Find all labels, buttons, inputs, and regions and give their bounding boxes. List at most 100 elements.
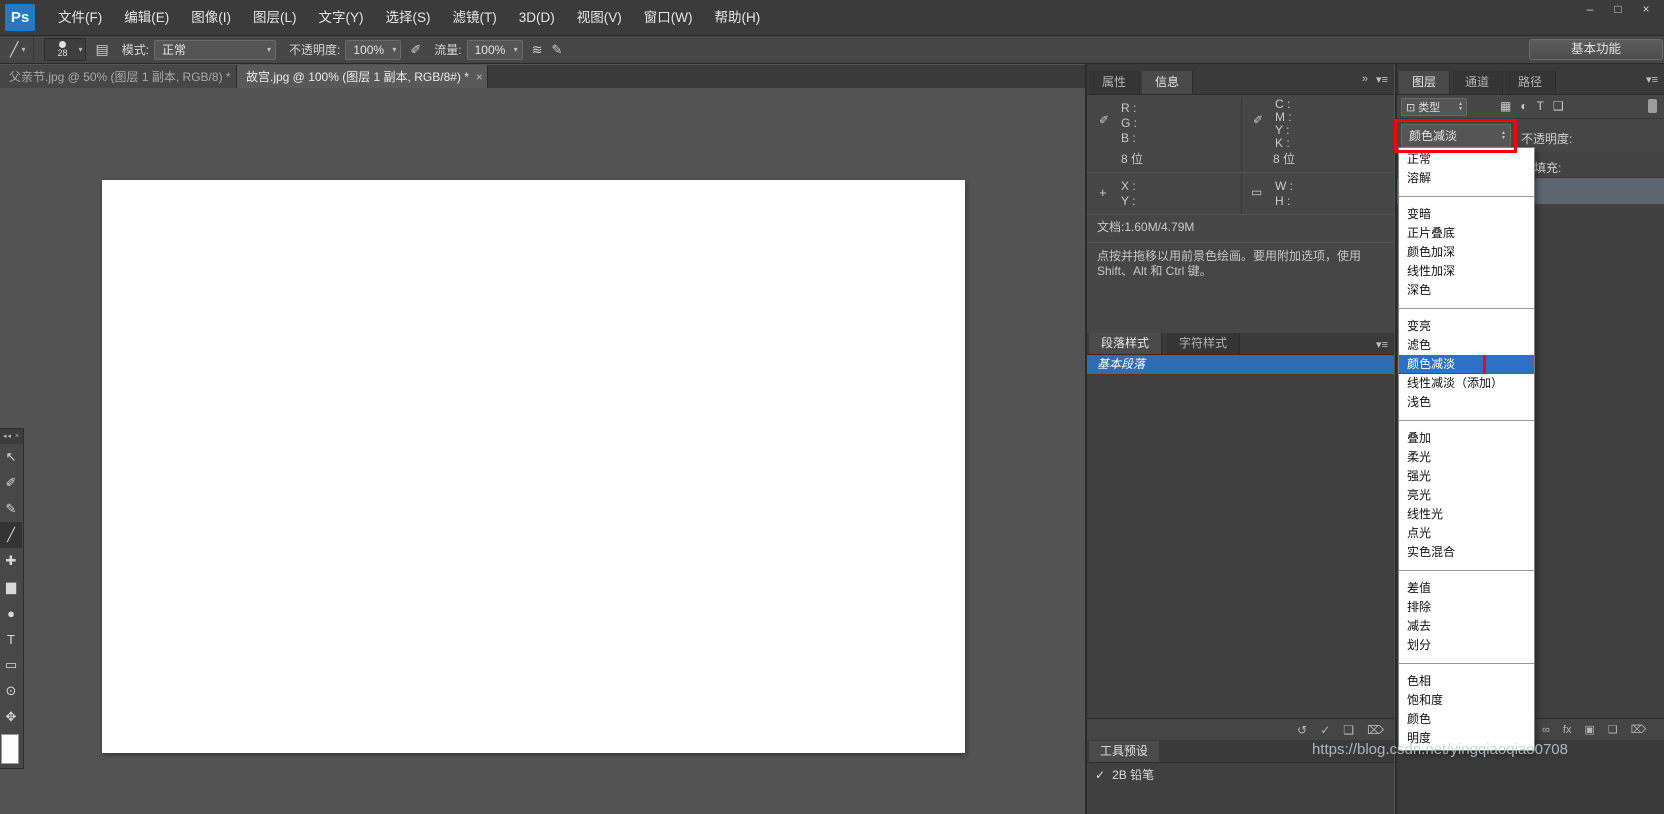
menu-item[interactable]: 文字(Y) [308,1,375,35]
blend-mode-option[interactable]: 亮光 [1399,486,1534,505]
document-tab[interactable]: 父亲节.jpg @ 50% (图层 1 副本, RGB/8) * × [0,65,237,88]
blend-mode-option[interactable]: 色相 [1399,672,1534,691]
tab-properties[interactable]: 属性 [1089,71,1141,94]
close-tab-icon[interactable]: × [476,70,483,84]
close-button[interactable]: × [1632,1,1660,17]
blend-mode-option[interactable]: 颜色加深 [1399,243,1534,262]
blend-mode-option[interactable]: 线性加深 [1399,262,1534,281]
blend-mode-option[interactable]: 变暗 [1399,205,1534,224]
blend-mode-option[interactable]: 颜色减淡 [1399,355,1534,374]
blend-mode-option[interactable]: 饱和度 [1399,691,1534,710]
menu-item[interactable]: 选择(S) [375,1,442,35]
hand-tool-icon[interactable]: ✥ [0,704,22,730]
blend-mode-option[interactable]: 正常 [1399,150,1534,169]
minimize-button[interactable]: – [1576,1,1604,17]
layer-effects-icon[interactable]: fx [1563,724,1572,736]
filter-type-layers-icon[interactable]: T [1537,99,1544,113]
healing-brush-tool-icon[interactable]: ✚ [0,548,22,574]
tab-layers[interactable]: 图层 [1399,71,1451,94]
delete-layer-icon[interactable]: ⌦ [1631,723,1647,736]
blend-mode-option[interactable]: 深色 [1399,281,1534,300]
paragraph-style-item-selected[interactable]: 基本段落 [1087,355,1394,374]
add-layer-mask-icon[interactable]: ▣ [1584,723,1594,736]
new-style-icon[interactable]: ❏ [1343,723,1354,737]
blend-mode-option[interactable]: 点光 [1399,524,1534,543]
blend-mode-option[interactable]: 溶解 [1399,169,1534,188]
blend-mode-option[interactable]: 划分 [1399,636,1534,655]
spin-down-icon: ▼ [1501,134,1506,141]
tab-channels[interactable]: 通道 [1452,71,1504,94]
filter-pixel-layers-icon[interactable]: ▦ [1500,99,1511,113]
menu-item[interactable]: 帮助(H) [703,1,771,35]
tab-paragraph-styles[interactable]: 段落样式 [1089,333,1163,354]
menu-item[interactable]: 文件(F) [47,1,113,35]
blend-mode-option[interactable]: 正片叠底 [1399,224,1534,243]
filter-shape-layers-icon[interactable]: ❑ [1553,99,1564,113]
blend-mode-option[interactable]: 强光 [1399,467,1534,486]
blend-mode-option[interactable]: 减去 [1399,617,1534,636]
menu-item[interactable]: 编辑(E) [113,1,180,35]
blend-mode-option[interactable]: 浅色 [1399,393,1534,412]
layers-fill-label: 填充: [1534,161,1562,175]
canvas[interactable] [102,180,965,753]
paint-mode-select[interactable]: 正常 ▾ [154,39,277,60]
delete-style-icon[interactable]: ⌦ [1367,723,1384,737]
filter-switch-icon[interactable] [1648,99,1657,113]
flow-select[interactable]: 100% ▾ [466,39,523,60]
blend-mode-option[interactable]: 叠加 [1399,429,1534,448]
workspace-switcher-button[interactable]: 基本功能 [1529,39,1663,60]
blend-mode-option[interactable]: 滤色 [1399,336,1534,355]
blend-mode-select[interactable]: 颜色减淡 ▲ ▼ [1401,124,1511,147]
airbrush-icon[interactable]: ≋ [532,42,543,58]
brush-tool-icon[interactable]: ╱ [0,522,22,548]
new-layer-icon[interactable]: ❏ [1608,723,1618,736]
pressure-size-icon[interactable]: ✎ [552,42,563,58]
menu-item[interactable]: 视图(V) [566,1,633,35]
filter-adjustment-layers-icon[interactable]: ◐ [1520,99,1527,113]
pressure-opacity-icon[interactable]: ✐ [410,42,421,58]
menu-item[interactable]: 图层(L) [242,1,308,35]
menu-item[interactable]: 窗口(W) [633,1,704,35]
panel-menu-icon[interactable]: ▾≡ [1646,73,1658,86]
tab-character-styles[interactable]: 字符样式 [1167,333,1241,354]
zoom-tool-icon[interactable]: ⊙ [0,678,22,704]
commit-style-icon[interactable]: ✓ [1320,723,1330,737]
blend-mode-option[interactable]: 颜色 [1399,710,1534,729]
blend-mode-option[interactable]: 线性光 [1399,505,1534,524]
lasso-tool-icon[interactable]: ✐ [0,470,22,496]
eyedropper-tool-icon[interactable]: ✎ [0,496,22,522]
blend-mode-option[interactable]: 排除 [1399,598,1534,617]
reset-style-icon[interactable]: ↺ [1297,723,1307,737]
layer-kind-filter-select[interactable]: ⊡ 类型 ▲ ▼ [1401,98,1467,116]
blend-mode-option[interactable]: 柔光 [1399,448,1534,467]
menu-item[interactable]: 图像(I) [180,1,242,35]
tab-tool-presets[interactable]: 工具预设 [1089,741,1160,762]
blur-tool-icon[interactable]: ● [0,600,22,626]
blend-mode-option[interactable]: 变亮 [1399,317,1534,336]
tab-paths[interactable]: 路径 [1505,71,1557,94]
toggle-brush-panel-icon[interactable]: ▤ [95,41,108,58]
chevron-down-icon: ▾ [78,45,83,54]
collapse-panel-icon[interactable]: » [1362,73,1368,86]
blend-mode-option[interactable]: 差值 [1399,579,1534,598]
tool-preset-item[interactable]: ✓ 2B 铅笔 [1087,763,1394,783]
current-tool-button[interactable]: ╱ ▾ [0,36,35,63]
panel-menu-icon[interactable]: ▾≡ [1376,338,1388,351]
shape-tool-icon[interactable]: ▭ [0,652,22,678]
maximize-button[interactable]: □ [1604,1,1632,17]
menu-item[interactable]: 3D(D) [508,1,566,35]
blend-mode-option[interactable]: 线性减淡（添加） [1399,374,1534,393]
menu-item[interactable]: 滤镜(T) [442,1,508,35]
gradient-tool-icon[interactable]: ▆ [0,574,22,600]
opacity-select[interactable]: 100% ▾ [345,39,402,60]
move-tool-icon[interactable]: ↖ [0,444,22,470]
toolbar-collapse-header[interactable]: ◂◂ × [0,429,23,444]
blend-mode-option[interactable]: 实色混合 [1399,543,1534,562]
brush-preset-picker[interactable]: 28 ▾ [44,38,87,61]
type-tool-icon[interactable]: T [0,626,22,652]
document-tab-active[interactable]: 故宫.jpg @ 100% (图层 1 副本, RGB/8#) * × [237,65,488,88]
link-layers-icon[interactable]: ∞ [1542,724,1550,736]
tab-info[interactable]: 信息 [1142,71,1194,94]
panel-menu-icon[interactable]: ▾≡ [1376,73,1388,86]
foreground-color-swatch[interactable] [1,734,19,764]
